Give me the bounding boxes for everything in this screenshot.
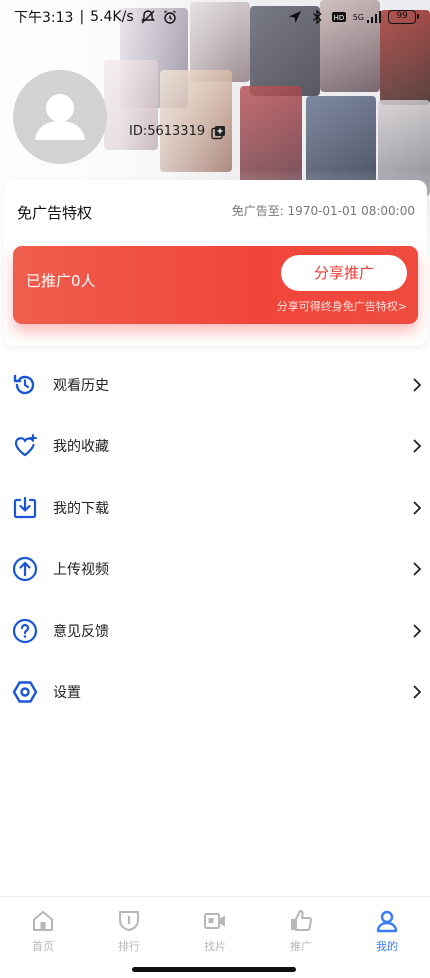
chevron-right-icon bbox=[413, 624, 422, 638]
chevron-right-icon bbox=[413, 685, 422, 699]
user-icon bbox=[376, 910, 398, 933]
menu-item-settings[interactable]: 设置 bbox=[0, 662, 430, 724]
settings-menu: 观看历史 我的收藏 我的下载 上传视频 意见反馈 设置 bbox=[0, 354, 430, 723]
default-user-icon bbox=[35, 94, 85, 140]
tab-label: 我的 bbox=[376, 940, 398, 953]
chevron-right-icon bbox=[413, 501, 422, 515]
share-promote-button[interactable]: 分享推广 bbox=[281, 255, 407, 291]
favorite-heart-icon bbox=[14, 434, 37, 457]
menu-item-favorites[interactable]: 我的收藏 bbox=[0, 416, 430, 478]
alarm-clock-icon bbox=[163, 10, 176, 24]
tab-label: 找片 bbox=[204, 940, 226, 953]
promoted-count: 已推广0人 bbox=[26, 272, 96, 290]
bell-muted-icon bbox=[140, 10, 155, 24]
status-bar: 下午3:13 | 5.4K/s HD 5G 99 bbox=[0, 0, 430, 34]
menu-label: 上传视频 bbox=[53, 562, 109, 579]
chevron-right-icon bbox=[413, 562, 422, 576]
menu-item-downloads[interactable]: 我的下载 bbox=[0, 477, 430, 539]
chevron-right-icon bbox=[413, 439, 422, 453]
location-arrow-icon bbox=[288, 11, 301, 23]
menu-label: 设置 bbox=[53, 685, 81, 702]
tab-label: 排行 bbox=[118, 940, 140, 953]
menu-item-history[interactable]: 观看历史 bbox=[0, 354, 430, 416]
tab-mine[interactable]: 我的 bbox=[344, 897, 430, 960]
status-divider: | bbox=[79, 9, 85, 25]
bluetooth-icon bbox=[312, 9, 322, 25]
menu-label: 意见反馈 bbox=[53, 623, 109, 640]
bottom-tab-bar: 首页 排行 找片 推广 我的 bbox=[0, 896, 430, 960]
status-time: 下午3:13 bbox=[14, 10, 74, 26]
download-icon bbox=[13, 496, 37, 518]
tab-label: 首页 bbox=[32, 940, 54, 953]
hd-icon: HD bbox=[331, 12, 346, 22]
avatar[interactable] bbox=[13, 70, 107, 164]
promotion-banner: 已推广0人 分享推广 分享可得终身免广告特权> bbox=[13, 246, 418, 324]
home-icon bbox=[33, 911, 53, 931]
copy-icon[interactable] bbox=[211, 125, 226, 140]
video-camera-icon bbox=[204, 913, 225, 929]
tab-ranking[interactable]: 排行 bbox=[86, 897, 172, 960]
menu-label: 我的收藏 bbox=[53, 439, 109, 456]
settings-icon bbox=[12, 681, 38, 703]
chevron-right-icon bbox=[413, 378, 422, 392]
svg-text:HD: HD bbox=[333, 14, 344, 22]
upload-icon bbox=[12, 557, 38, 582]
menu-label: 我的下载 bbox=[53, 500, 109, 517]
tab-home[interactable]: 首页 bbox=[0, 897, 86, 960]
ad-free-title: 免广告特权 bbox=[17, 204, 93, 222]
share-tip-link[interactable]: 分享可得终身免广告特权> bbox=[277, 298, 407, 314]
tab-find-video[interactable]: 找片 bbox=[172, 897, 258, 960]
ad-free-expire-date: 免广告至: 1970-01-01 08:00:00 bbox=[231, 204, 415, 218]
thumbs-up-icon bbox=[291, 910, 312, 931]
network-type: 5G bbox=[352, 12, 364, 22]
menu-item-upload[interactable]: 上传视频 bbox=[0, 539, 430, 601]
ranking-icon bbox=[119, 911, 139, 931]
home-indicator[interactable] bbox=[132, 967, 296, 972]
tab-promote[interactable]: 推广 bbox=[258, 897, 344, 960]
history-icon bbox=[13, 374, 35, 394]
signal-strength-icon bbox=[367, 11, 381, 23]
tab-label: 推广 bbox=[290, 940, 312, 953]
ad-free-privilege-card: 免广告特权 免广告至: 1970-01-01 08:00:00 已推广0人 分享… bbox=[4, 180, 427, 346]
battery-indicator: 99 bbox=[388, 10, 419, 24]
user-id: ID:5613319 bbox=[129, 124, 206, 139]
status-network-speed: 5.4K/s bbox=[90, 9, 134, 25]
feedback-question-icon bbox=[12, 618, 38, 643]
menu-label: 观看历史 bbox=[53, 377, 109, 394]
menu-item-feedback[interactable]: 意见反馈 bbox=[0, 600, 430, 662]
